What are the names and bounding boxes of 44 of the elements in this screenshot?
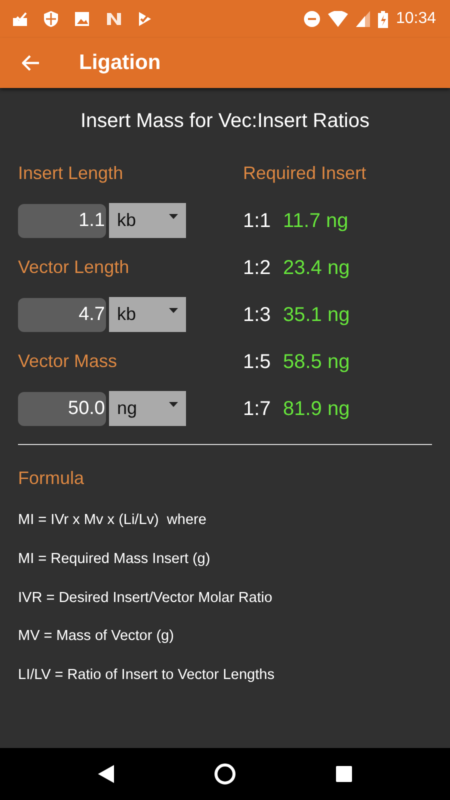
image-icon [74, 11, 90, 27]
unit-dropdown[interactable]: ng [109, 391, 186, 426]
clock-time: 10:34 [396, 9, 436, 29]
field-label: Insert Length [18, 162, 124, 185]
ratio-label: 1:1 [243, 208, 272, 234]
number-field[interactable]: 50.0 [18, 392, 106, 426]
formula-title: Formula [18, 467, 86, 490]
insert-mass-value: 23.4 ng [283, 256, 350, 280]
formula-line: MI = Required Mass Insert (g) [18, 550, 212, 569]
insert-mass-value: 35.1 ng [283, 302, 350, 328]
do-not-disturb-icon [304, 11, 320, 27]
caret-icon [169, 308, 178, 313]
app-bar-title: Ligation [79, 50, 161, 76]
number-field[interactable]: 4.7 [18, 298, 106, 332]
formula-line: MV = Mass of Vector (g) [18, 627, 175, 646]
unit-dropdown[interactable]: kb [109, 297, 186, 332]
ratio-label: 1:3 [243, 302, 272, 328]
section-heading: Insert Mass for Vec:Insert Ratios [80, 109, 370, 134]
insert-mass-value: 58.5 ng [283, 350, 350, 374]
unit-dropdown[interactable]: kb [109, 203, 186, 238]
checkmark-icon [138, 11, 152, 27]
formula-line: MI = IVr x Mv x (Li/Lv) where [18, 511, 208, 530]
signal-icon [356, 11, 370, 27]
n-logo-icon [106, 11, 122, 27]
ratio-label: 1:7 [243, 396, 272, 422]
caret-icon [169, 214, 178, 219]
column-header: Required Insert [243, 162, 368, 185]
mail-icon [12, 11, 28, 27]
wifi-icon [328, 11, 348, 27]
ratio-label: 1:2 [243, 256, 272, 280]
home-icon[interactable] [214, 763, 236, 785]
insert-mass-value: 81.9 ng [283, 396, 350, 422]
field-label: Vector Length [18, 256, 130, 279]
back-arrow-icon[interactable] [22, 55, 40, 71]
battery-icon [378, 10, 388, 28]
number-field[interactable]: 1.1 [18, 204, 106, 238]
shield-icon [44, 11, 58, 27]
formula-line: IVR = Desired Insert/Vector Molar Ratio [18, 588, 274, 608]
ratio-label: 1:5 [243, 350, 272, 374]
formula-line: LI/LV = Ratio of Insert to Vector Lengths [18, 666, 276, 685]
field-label: Vector Mass [18, 350, 118, 373]
back-icon[interactable] [98, 765, 114, 783]
caret-icon [169, 402, 178, 407]
insert-mass-value: 11.7 ng [283, 208, 348, 234]
